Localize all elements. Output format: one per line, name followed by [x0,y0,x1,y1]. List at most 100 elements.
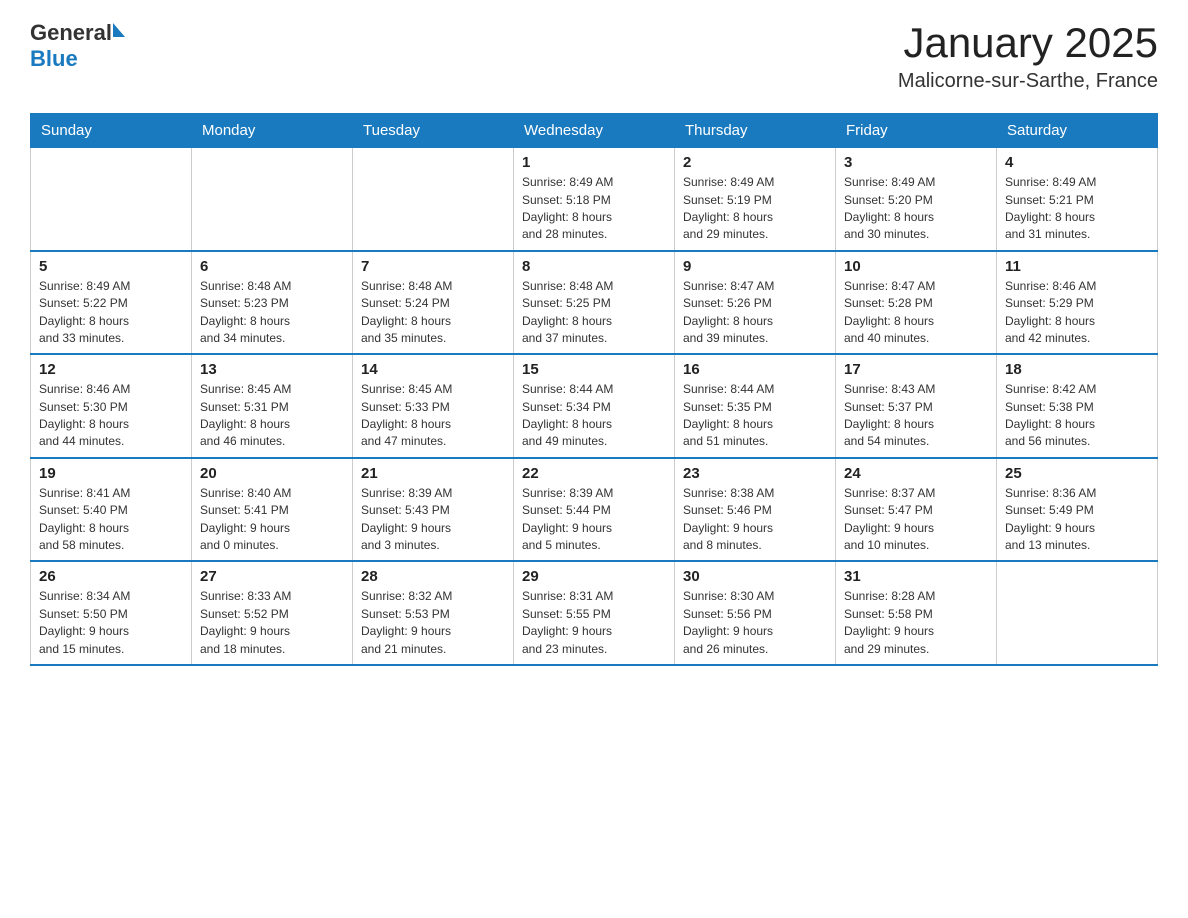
calendar-cell: 30Sunrise: 8:30 AMSunset: 5:56 PMDayligh… [675,561,836,665]
day-info: Sunrise: 8:39 AMSunset: 5:43 PMDaylight:… [361,485,505,555]
calendar-cell: 31Sunrise: 8:28 AMSunset: 5:58 PMDayligh… [836,561,997,665]
weekday-header-wednesday: Wednesday [514,114,675,148]
calendar-cell: 20 Sunrise: 8:40 AMSunset: 5:41 PMDayligh… [192,458,353,562]
day-number: 29 [522,568,666,585]
page-subtitle: Malicorne-sur-Sarthe, France [898,70,1158,93]
calendar-cell: 2 Sunrise: 8:49 AMSunset: 5:19 PMDaylight… [675,148,836,251]
title-block: January 2025 Malicorne-sur-Sarthe, Franc… [898,20,1158,93]
calendar-cell: 12 Sunrise: 8:46 AMSunset: 5:30 PMDayligh… [31,354,192,458]
calendar-cell [31,148,192,251]
day-info: Sunrise: 8:49 AMSunset: 5:18 PMDaylight:… [522,174,666,244]
calendar-week-row: 26 Sunrise: 8:34 AMSunset: 5:50 PMDayligh… [31,561,1158,665]
day-info: Sunrise: 8:46 AMSunset: 5:30 PMDaylight:… [39,381,183,451]
logo-general-text: General [30,20,112,46]
day-number: 21 [361,465,505,482]
day-info: Sunrise: 8:44 AMSunset: 5:34 PMDaylight:… [522,381,666,451]
day-info: Sunrise: 8:49 AMSunset: 5:21 PMDaylight:… [1005,174,1149,244]
logo-arrow-icon [113,23,125,37]
day-number: 22 [522,465,666,482]
day-number: 26 [39,568,183,585]
day-info: Sunrise: 8:45 AMSunset: 5:31 PMDaylight:… [200,381,344,451]
day-info: Sunrise: 8:34 AMSunset: 5:50 PMDaylight:… [39,588,183,658]
page-title: January 2025 [898,20,1158,66]
day-number: 9 [683,258,827,275]
weekday-header-sunday: Sunday [31,114,192,148]
calendar-cell: 17 Sunrise: 8:43 AMSunset: 5:37 PMDayligh… [836,354,997,458]
calendar-cell [192,148,353,251]
day-info: Sunrise: 8:36 AMSunset: 5:49 PMDaylight:… [1005,485,1149,555]
day-number: 23 [683,465,827,482]
calendar-cell: 18 Sunrise: 8:42 AMSunset: 5:38 PMDayligh… [997,354,1158,458]
day-info: Sunrise: 8:49 AMSunset: 5:19 PMDaylight:… [683,174,827,244]
day-number: 5 [39,258,183,275]
day-info: Sunrise: 8:38 AMSunset: 5:46 PMDaylight:… [683,485,827,555]
calendar-cell: 9 Sunrise: 8:47 AMSunset: 5:26 PMDaylight… [675,251,836,355]
day-number: 10 [844,258,988,275]
day-number: 19 [39,465,183,482]
calendar-cell: 23 Sunrise: 8:38 AMSunset: 5:46 PMDayligh… [675,458,836,562]
calendar-cell: 22 Sunrise: 8:39 AMSunset: 5:44 PMDayligh… [514,458,675,562]
day-info: Sunrise: 8:30 AMSunset: 5:56 PMDaylight:… [683,588,827,658]
day-number: 11 [1005,258,1149,275]
day-info: Sunrise: 8:43 AMSunset: 5:37 PMDaylight:… [844,381,988,451]
calendar-cell: 16Sunrise: 8:44 AMSunset: 5:35 PMDayligh… [675,354,836,458]
day-number: 7 [361,258,505,275]
calendar-cell: 11 Sunrise: 8:46 AMSunset: 5:29 PMDayligh… [997,251,1158,355]
day-number: 1 [522,154,666,171]
day-info: Sunrise: 8:49 AMSunset: 5:20 PMDaylight:… [844,174,988,244]
calendar-cell: 3Sunrise: 8:49 AMSunset: 5:20 PMDaylight… [836,148,997,251]
day-info: Sunrise: 8:46 AMSunset: 5:29 PMDaylight:… [1005,278,1149,348]
calendar-cell: 8 Sunrise: 8:48 AMSunset: 5:25 PMDaylight… [514,251,675,355]
calendar-week-row: 5Sunrise: 8:49 AMSunset: 5:22 PMDaylight… [31,251,1158,355]
day-number: 28 [361,568,505,585]
day-info: Sunrise: 8:28 AMSunset: 5:58 PMDaylight:… [844,588,988,658]
day-number: 12 [39,361,183,378]
day-number: 8 [522,258,666,275]
day-info: Sunrise: 8:42 AMSunset: 5:38 PMDaylight:… [1005,381,1149,451]
day-number: 17 [844,361,988,378]
calendar-header: SundayMondayTuesdayWednesdayThursdayFrid… [31,114,1158,148]
day-info: Sunrise: 8:37 AMSunset: 5:47 PMDaylight:… [844,485,988,555]
calendar-cell: 19Sunrise: 8:41 AMSunset: 5:40 PMDayligh… [31,458,192,562]
day-info: Sunrise: 8:47 AMSunset: 5:28 PMDaylight:… [844,278,988,348]
calendar-week-row: 1 Sunrise: 8:49 AMSunset: 5:18 PMDaylight… [31,148,1158,251]
day-number: 16 [683,361,827,378]
day-info: Sunrise: 8:32 AMSunset: 5:53 PMDaylight:… [361,588,505,658]
calendar-cell: 7Sunrise: 8:48 AMSunset: 5:24 PMDaylight… [353,251,514,355]
day-number: 18 [1005,361,1149,378]
calendar-cell: 28 Sunrise: 8:32 AMSunset: 5:53 PMDayligh… [353,561,514,665]
day-info: Sunrise: 8:48 AMSunset: 5:25 PMDaylight:… [522,278,666,348]
logo-blue-text: Blue [30,46,78,71]
day-number: 13 [200,361,344,378]
day-info: Sunrise: 8:33 AMSunset: 5:52 PMDaylight:… [200,588,344,658]
day-number: 2 [683,154,827,171]
calendar-cell: 15 Sunrise: 8:44 AMSunset: 5:34 PMDayligh… [514,354,675,458]
day-info: Sunrise: 8:31 AMSunset: 5:55 PMDaylight:… [522,588,666,658]
day-number: 27 [200,568,344,585]
day-number: 14 [361,361,505,378]
calendar-body: 1 Sunrise: 8:49 AMSunset: 5:18 PMDaylight… [31,148,1158,665]
day-number: 25 [1005,465,1149,482]
calendar-cell [997,561,1158,665]
calendar-cell: 29 Sunrise: 8:31 AMSunset: 5:55 PMDayligh… [514,561,675,665]
calendar-table: SundayMondayTuesdayWednesdayThursdayFrid… [30,113,1158,666]
calendar-cell: 26 Sunrise: 8:34 AMSunset: 5:50 PMDayligh… [31,561,192,665]
day-number: 15 [522,361,666,378]
weekday-header-monday: Monday [192,114,353,148]
logo: General Blue [30,20,125,72]
calendar-cell: 4Sunrise: 8:49 AMSunset: 5:21 PMDaylight… [997,148,1158,251]
calendar-week-row: 12 Sunrise: 8:46 AMSunset: 5:30 PMDayligh… [31,354,1158,458]
calendar-cell: 21 Sunrise: 8:39 AMSunset: 5:43 PMDayligh… [353,458,514,562]
calendar-cell: 14Sunrise: 8:45 AMSunset: 5:33 PMDayligh… [353,354,514,458]
day-number: 24 [844,465,988,482]
calendar-cell: 6Sunrise: 8:48 AMSunset: 5:23 PMDaylight… [192,251,353,355]
calendar-cell: 5Sunrise: 8:49 AMSunset: 5:22 PMDaylight… [31,251,192,355]
day-info: Sunrise: 8:47 AMSunset: 5:26 PMDaylight:… [683,278,827,348]
day-info: Sunrise: 8:48 AMSunset: 5:23 PMDaylight:… [200,278,344,348]
day-number: 20 [200,465,344,482]
weekday-header-friday: Friday [836,114,997,148]
calendar-week-row: 19Sunrise: 8:41 AMSunset: 5:40 PMDayligh… [31,458,1158,562]
day-info: Sunrise: 8:39 AMSunset: 5:44 PMDaylight:… [522,485,666,555]
calendar-cell: 24 Sunrise: 8:37 AMSunset: 5:47 PMDayligh… [836,458,997,562]
day-info: Sunrise: 8:40 AMSunset: 5:41 PMDaylight:… [200,485,344,555]
